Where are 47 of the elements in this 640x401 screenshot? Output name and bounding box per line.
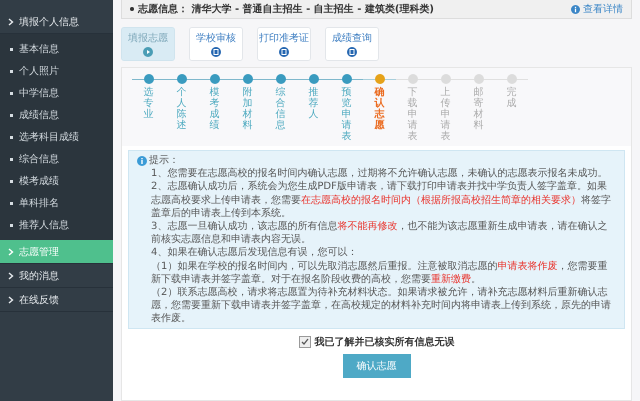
step-label: 上传申请表	[440, 87, 450, 142]
step-label: 邮寄材料	[474, 87, 484, 131]
sidebar-subitem[interactable]: 选考科目成绩	[0, 126, 113, 148]
step-label: 推荐人	[308, 87, 318, 120]
sidebar-subitem[interactable]: 综合信息	[0, 148, 113, 170]
info-icon	[137, 156, 147, 166]
chevron-icon	[8, 296, 14, 304]
notice-text: 4、如果在确认志愿后发现信息有误，您可以：	[151, 246, 358, 260]
sidebar-item[interactable]: 我的消息	[0, 264, 113, 288]
step-label: 附加材料	[242, 87, 252, 131]
notice-text: 3、志愿一旦确认成功，该志愿的所有信息将不能再修改，也不能为该志愿重新生成申请表，请在确认之前核实志愿信息和申请表内容无误。	[151, 220, 608, 246]
chevron-icon	[8, 248, 14, 256]
chevron-icon	[8, 272, 14, 280]
checkbox[interactable]	[298, 336, 310, 348]
notice-text: 1、您需要在志愿高校的报名时间内确认志愿，过期将不允许确认志愿，未确认的志愿表示报名未成功。	[151, 167, 608, 180]
notice-text: 2、志愿确认成功后，系统会为您生成PDF版申请表，请下载打印申请表并找中学负责人签字盖章。如果志愿高校要求上传申请表，您需要在志愿高校的报名时间内（根据所报高校招生简章的相关要求）将签字盖章后的申请表上传到本系统。	[151, 180, 612, 220]
document-icon	[347, 47, 357, 57]
sidebar-subitem[interactable]: 推荐人信息	[0, 214, 113, 236]
notice-text: （2）联系志愿高校，请求将志愿置为待补充材料状态。如果请求被允许，请补充志愿材料后重新确认志愿，您需要重新下载申请表并签字盖章，在高校规定的材料补充时间内将申请表上传到系统，原先的申请表作废。	[151, 286, 612, 326]
sidebar-subitem[interactable]: 模考成绩	[0, 170, 113, 192]
step-label: 个人陈述	[176, 87, 186, 131]
tab[interactable]: 学校审核	[189, 27, 243, 61]
step-label: 模考成绩	[210, 87, 220, 131]
sidebar-subitem[interactable]: 成绩信息	[0, 104, 113, 126]
notice-title: 提示：	[149, 154, 179, 168]
document-icon	[279, 47, 289, 57]
sidebar-subitem[interactable]: 中学信息	[0, 82, 113, 104]
notice-text: （1）如果在学校的报名时间内，可以先取消志愿然后重报。注意被取消志愿的申请表将作废，您需要重新下载申请表并签字盖章。对于在报名阶段收费的高校，您需要重新缴费。	[151, 260, 608, 286]
bullet-icon	[130, 7, 134, 11]
sidebar-subitem[interactable]: 基本信息	[0, 38, 113, 60]
tab[interactable]: 成绩查询	[325, 27, 379, 61]
step-label: 选专业	[144, 87, 154, 120]
document-icon	[211, 47, 221, 57]
step-label: 下载申请表	[408, 87, 418, 142]
sidebar-subitem[interactable]: 单科排名	[0, 192, 113, 214]
sidebar-subitem[interactable]: 个人照片	[0, 60, 113, 82]
step-label: 确认志愿	[374, 87, 384, 131]
agreement-label: 我已了解并已核实所有信息无误	[314, 335, 454, 350]
step-label: 综合信息	[276, 87, 286, 131]
step-label: 预览申请表	[342, 87, 352, 142]
volunteer-info: 志愿信息： 清华大学 - 普通自主招生 - 自主招生 - 建筑类(理科类)	[138, 2, 434, 16]
chevron-icon	[8, 18, 14, 26]
tab[interactable]: 打印准考证	[257, 27, 311, 61]
step-label: 完成	[506, 87, 516, 109]
info-icon	[571, 4, 580, 14]
play-icon	[143, 47, 153, 57]
sidebar-item[interactable]: 在线反馈	[0, 288, 113, 312]
